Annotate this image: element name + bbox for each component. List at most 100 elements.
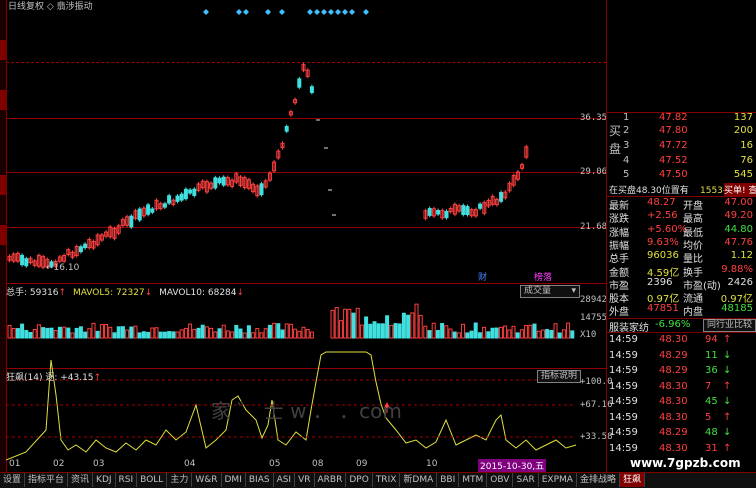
date-label: 05 — [269, 459, 281, 469]
watermark-text: 家 ゛ 士 w ． ．com — [211, 399, 402, 423]
indicator-tab[interactable]: 金排战略 — [577, 473, 620, 487]
volume-bar — [524, 324, 529, 339]
volume-bar — [469, 330, 474, 339]
indicator-header: 狂飙(14) 逐: +43.15↑ — [6, 373, 102, 383]
volume-bar — [410, 312, 415, 339]
indicator-tab[interactable]: 设置 — [0, 473, 26, 487]
volume-bar — [343, 308, 348, 339]
volume-bar — [448, 328, 453, 339]
event-marker-finance[interactable]: 财 — [478, 270, 487, 283]
volume-bar — [221, 324, 226, 339]
indicator-tab[interactable]: KDJ — [93, 473, 116, 487]
volume-bar — [393, 323, 398, 339]
orderbook-row[interactable]: 2 47.80 200 — [607, 125, 756, 138]
indicator-tab[interactable]: 资讯 — [68, 473, 94, 487]
date-label: 09 — [356, 459, 368, 469]
industry-compare-button[interactable]: 同行业比较 — [703, 319, 756, 332]
volume-bar — [334, 307, 339, 339]
volume-bar — [570, 330, 575, 339]
volume-bar — [242, 332, 247, 339]
orderbook-row[interactable]: 4 47.52 76 — [607, 155, 756, 168]
volume-bar — [99, 324, 104, 339]
volume-bar — [263, 328, 268, 339]
mavol10: MAVOL10: 68284 — [159, 288, 237, 298]
volume-bar — [112, 332, 117, 339]
volume-bar — [380, 323, 385, 339]
diamond-marker — [279, 9, 285, 15]
chart-area[interactable]: 日线复权 ◇ 翡涉振动 36.35 29.06 21.68 ←16.10 财 榜… — [6, 0, 613, 472]
indicator-tab[interactable]: MTM — [459, 473, 488, 487]
volume-bar — [188, 323, 193, 339]
volume-bar — [465, 332, 470, 339]
indicator-tab[interactable]: BOLL — [137, 473, 168, 487]
date-label: 08 — [312, 459, 324, 469]
indicator-tab-bar: 设置 指标平台 资讯 KDJ RSI BOLL 主力 W&R DMI BIAS ASI VR ARBR D… — [0, 472, 756, 488]
volume-bar — [78, 326, 83, 339]
volume-bar — [301, 326, 306, 339]
tick-row: 14:59 48.30 31 ↑ — [609, 442, 732, 454]
indicator-tab[interactable]: BIAS — [246, 473, 274, 487]
volume-indicator-dropdown[interactable]: 成交量 ▾ — [520, 285, 580, 298]
volume-bar — [297, 330, 302, 339]
volume-bar — [267, 324, 272, 339]
volume-bar — [175, 331, 180, 339]
volume-bar — [364, 316, 369, 339]
volume-bar — [255, 328, 260, 339]
volume-bar — [133, 325, 138, 339]
orderbook-row[interactable]: 3 47.72 16 — [607, 140, 756, 153]
indicator-tab[interactable]: 主力 — [167, 473, 193, 487]
volume-bar — [251, 332, 256, 339]
diamond-marker — [243, 9, 249, 15]
volume-bar — [272, 322, 277, 339]
indicator-tab[interactable]: DMI — [222, 473, 246, 487]
diamond-marker — [342, 9, 348, 15]
orderbook-row[interactable]: 5 47.50 545 — [607, 169, 756, 182]
indicator-tab[interactable]: TRIX — [373, 473, 401, 487]
volume-bar — [477, 332, 482, 339]
volume-bar — [540, 329, 545, 339]
volume-bar — [280, 329, 285, 339]
volume-bar — [45, 327, 50, 339]
volume-bar — [561, 329, 566, 339]
volume-bar — [330, 309, 335, 339]
volume-bar — [11, 328, 16, 339]
indicator-tab[interactable]: W&R — [192, 473, 222, 487]
indicator-tab[interactable]: EXPMA — [539, 473, 577, 487]
indicator-tab[interactable]: DPO — [346, 473, 373, 487]
diamond-marker — [307, 9, 313, 15]
volume-bar — [74, 327, 79, 339]
volume-bar — [293, 328, 298, 339]
indicator-tab[interactable]: 新DMA — [400, 473, 438, 487]
indicator-tab[interactable]: SAR — [513, 473, 539, 487]
indicator-tab[interactable]: BBI — [437, 473, 460, 487]
indicator-tab[interactable]: 指标平台 — [25, 473, 69, 487]
event-marker-list[interactable]: 榜落 — [534, 270, 552, 283]
date-label: 02 — [53, 459, 65, 469]
volume-axis-label: 28942 — [580, 295, 608, 305]
volume-bar — [213, 331, 218, 339]
volume-bar — [167, 331, 172, 339]
detail-button[interactable]: 买单! 查看详细 — [724, 183, 756, 196]
diamond-marker — [328, 9, 334, 15]
volume-bar — [553, 323, 558, 339]
indicator-tab[interactable]: RSI — [116, 473, 138, 487]
indicator-tab[interactable]: ARBR — [315, 473, 347, 487]
volume-bar — [225, 330, 230, 339]
volume-bar — [116, 326, 121, 339]
volume-bar — [49, 327, 54, 339]
quote-panel: 买盘 1 47.82 137 2 47.80 200 3 47.72 16 4 47.52 76… — [606, 0, 756, 472]
quote-row: 涨幅 +5.60% 最低 44.80 — [609, 223, 753, 239]
indicator-tab[interactable]: OBV — [487, 473, 514, 487]
indicator-tab[interactable]: VR — [295, 473, 315, 487]
indicator-tab[interactable]: ASI — [274, 473, 296, 487]
volume-bar — [7, 324, 12, 339]
indicator-help-button[interactable]: 指标说明 — [537, 370, 582, 383]
orderbook-row[interactable]: 1 47.82 137 — [607, 112, 756, 125]
date-label: 01 — [9, 459, 21, 469]
volume-bar — [36, 324, 41, 339]
volume-bar — [359, 324, 364, 339]
indicator-tab[interactable]: 狂飙 — [619, 473, 645, 487]
volume-bar — [427, 330, 432, 339]
volume-bar — [246, 325, 251, 339]
volume-bar — [129, 326, 134, 339]
